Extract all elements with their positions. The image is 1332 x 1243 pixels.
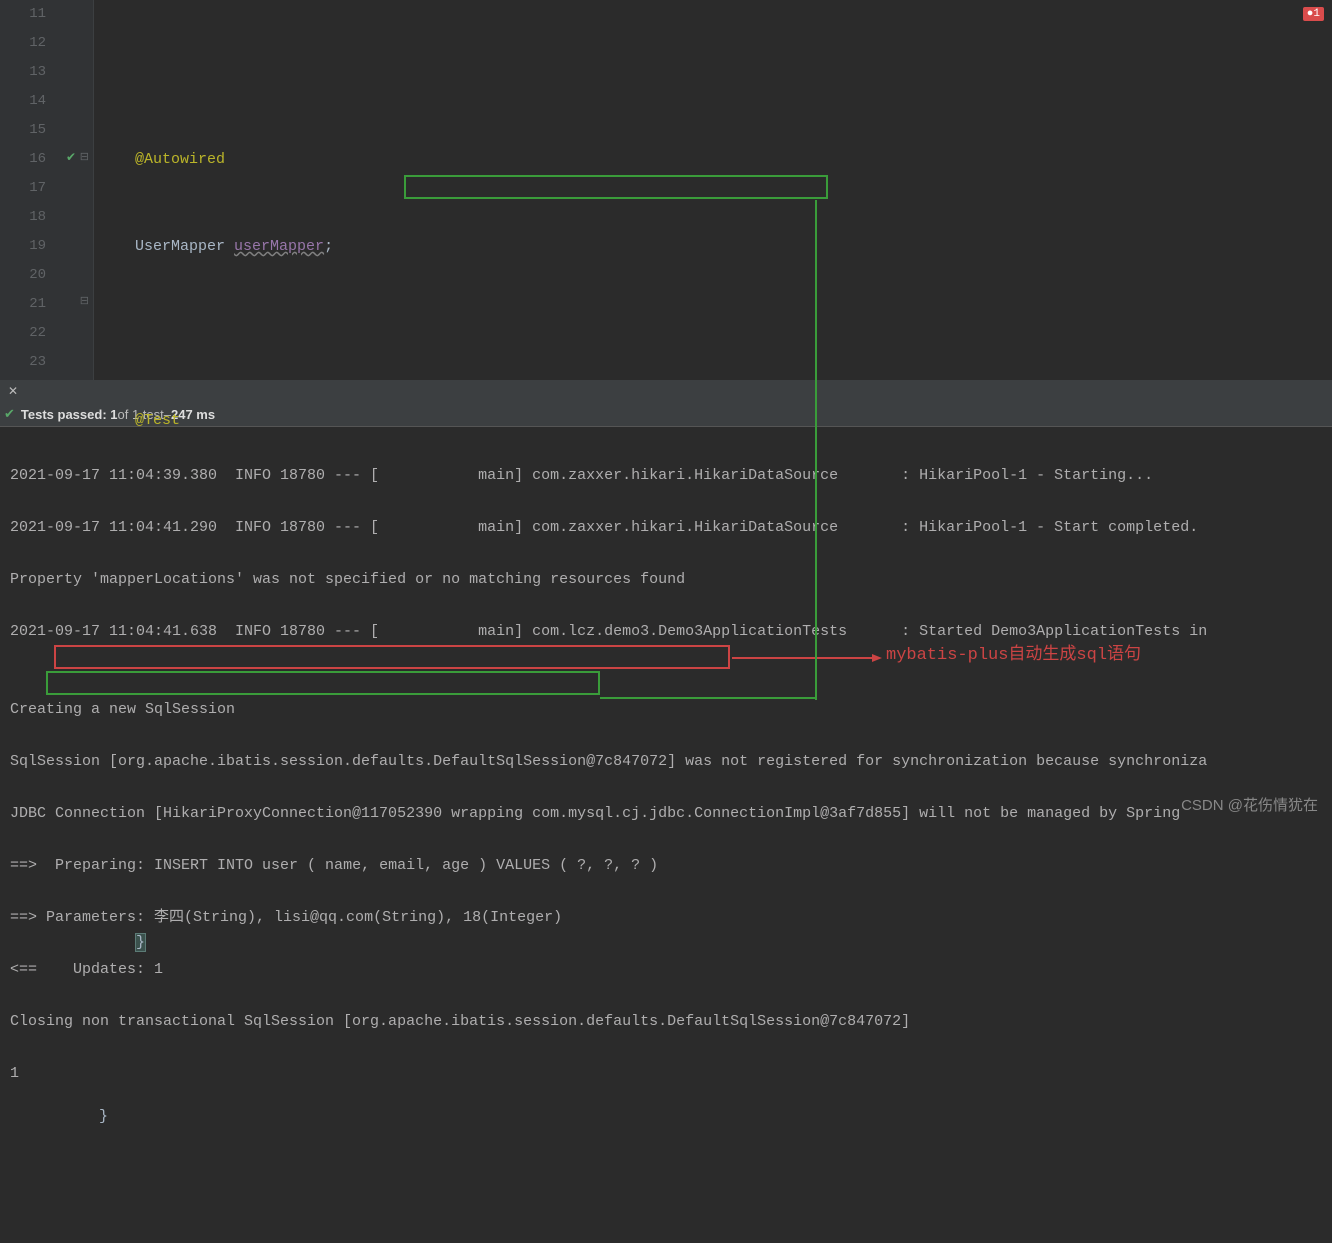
check-icon: ✔ (4, 406, 15, 422)
code-line: } (99, 1102, 1332, 1131)
console-line: 1 (10, 1061, 1322, 1087)
line-number: 11 (0, 0, 46, 29)
code-editor[interactable]: 11 12 13 14 15 16 17 18 19 20 21 22 23 ✔… (0, 0, 1332, 380)
line-number: 16 (0, 145, 46, 174)
line-number: 12 (0, 29, 46, 58)
watermark: CSDN @花伤情犹在 (1181, 794, 1318, 815)
connector-line-h (600, 697, 816, 699)
console-output[interactable]: 2021-09-17 11:04:39.380 INFO 18780 --- [… (0, 427, 1332, 822)
line-number: 20 (0, 261, 46, 290)
test-pass-icon[interactable]: ✔ (66, 150, 76, 165)
line-number: 15 (0, 116, 46, 145)
console-line: Property 'mapperLocations' was not speci… (10, 567, 1322, 593)
console-line: Creating a new SqlSession (10, 697, 1322, 723)
console-line: 2021-09-17 11:04:39.380 INFO 18780 --- [… (10, 463, 1322, 489)
console-line: Closing non transactional SqlSession [or… (10, 1009, 1322, 1035)
highlight-red-box (54, 645, 730, 669)
console-line: <== Updates: 1 (10, 957, 1322, 983)
code-content[interactable]: @Autowired UserMapper userMapper; @Test … (94, 0, 1332, 380)
gutter-icons: ✔ ⊟ ⊟ (60, 0, 94, 380)
console-line: 2021-09-17 11:04:41.638 INFO 18780 --- [… (10, 619, 1322, 645)
line-number: 19 (0, 232, 46, 261)
console-line: ==> Preparing: INSERT INTO user ( name, … (10, 853, 1322, 879)
console-line: 2021-09-17 11:04:41.290 INFO 18780 --- [… (10, 515, 1322, 541)
highlight-box (404, 175, 828, 199)
console-line: ==> Parameters: 李四(String), lisi@qq.com(… (10, 905, 1322, 931)
line-number: 22 (0, 319, 46, 348)
annotation-text: mybatis-plus自动生成sql语句 (886, 643, 1141, 669)
close-icon[interactable]: ✕ (8, 384, 18, 399)
code-line: } (99, 928, 1332, 957)
code-line (99, 58, 1332, 87)
line-number: 14 (0, 87, 46, 116)
line-gutter: 11 12 13 14 15 16 17 18 19 20 21 22 23 (0, 0, 60, 380)
line-number: 18 (0, 203, 46, 232)
line-number: 17 (0, 174, 46, 203)
code-line: @Autowired (99, 145, 1332, 174)
code-line: UserMapper userMapper; (99, 232, 1332, 261)
fold-icon[interactable]: ⊟ (80, 150, 89, 164)
line-number: 13 (0, 58, 46, 87)
fold-icon[interactable]: ⊟ (80, 294, 89, 308)
console-line: SqlSession [org.apache.ibatis.session.de… (10, 749, 1322, 775)
arrow-line (732, 653, 882, 663)
highlight-green-box (46, 671, 600, 695)
line-number: 23 (0, 348, 46, 377)
line-number: 21 (0, 290, 46, 319)
console-line: JDBC Connection [HikariProxyConnection@1… (10, 801, 1322, 827)
code-line (99, 319, 1332, 348)
error-badge[interactable]: ● 1 (1303, 7, 1324, 21)
connector-line-v (815, 200, 817, 700)
